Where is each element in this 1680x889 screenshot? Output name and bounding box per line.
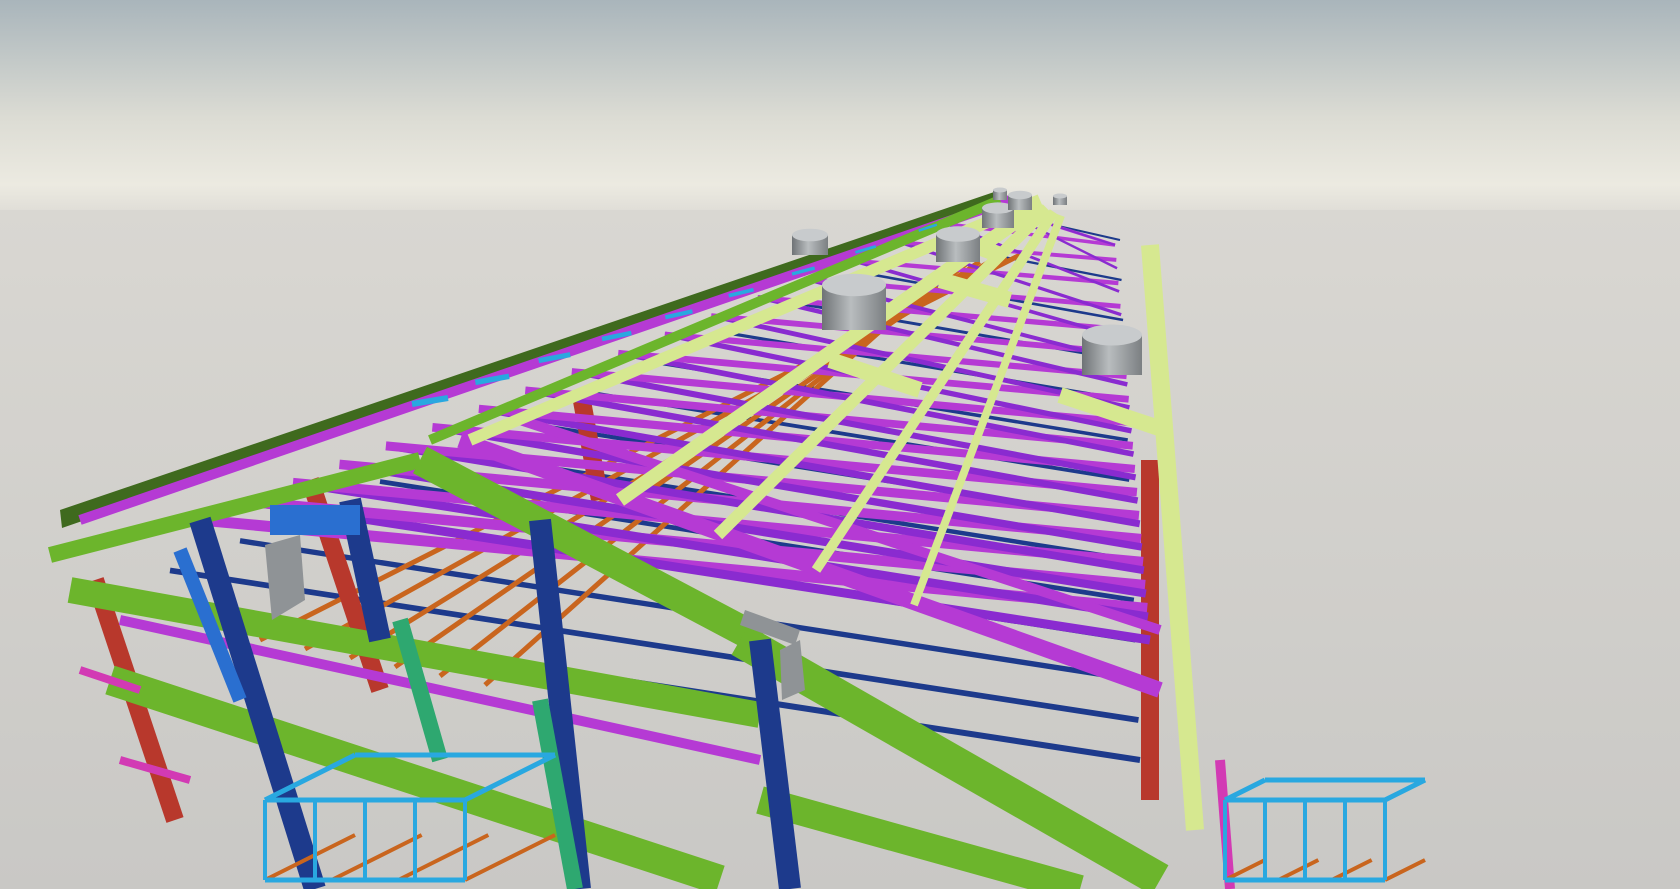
roof-vent-cap: [1082, 324, 1142, 346]
roof-vent-cap: [936, 226, 980, 242]
roof-vent-cap: [792, 228, 828, 242]
roof-vent-cap: [1008, 190, 1032, 200]
roof-vent-cap: [1053, 193, 1067, 199]
3d-model-viewport[interactable]: [0, 0, 1680, 889]
roof-vent-cap: [822, 273, 886, 297]
steel-structure-scene[interactable]: [0, 0, 1680, 889]
sky: [0, 0, 1680, 215]
roof-vent-cap: [993, 187, 1007, 193]
